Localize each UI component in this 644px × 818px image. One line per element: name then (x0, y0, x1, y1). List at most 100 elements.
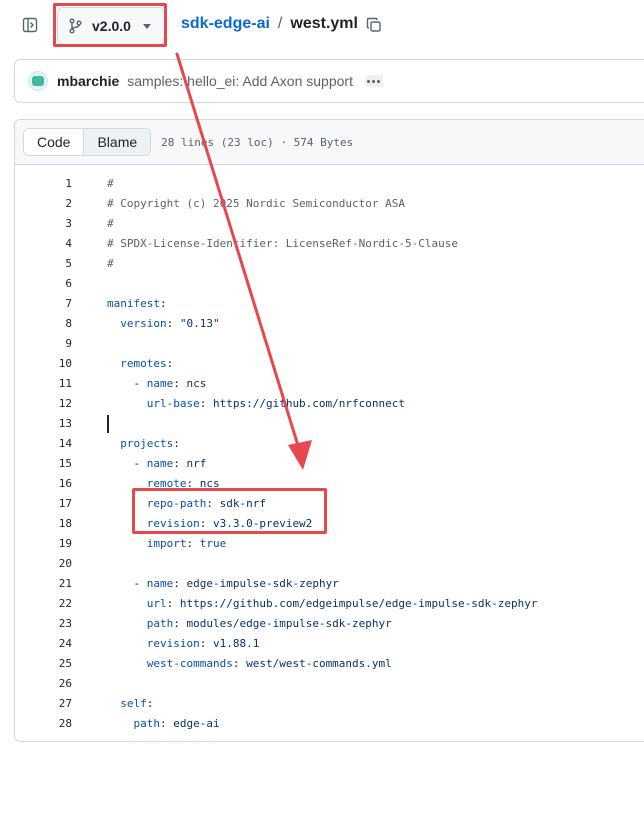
code-token: : (166, 597, 180, 610)
breadcrumb-repo-link[interactable]: sdk-edge-ai (181, 15, 270, 33)
code-token: : (159, 297, 167, 310)
line-number[interactable]: 1 (15, 174, 72, 194)
tab-blame[interactable]: Blame (84, 129, 151, 155)
view-mode-toggle: Code Blame (23, 128, 152, 156)
line-number[interactable]: 24 (15, 634, 72, 654)
line-number[interactable]: 7 (15, 294, 72, 314)
code-token: path (107, 717, 160, 730)
code-token: : (159, 717, 174, 730)
code-line: 16 remote: ncs (15, 474, 644, 494)
code-token: nrf (186, 457, 207, 470)
line-content: path: modules/edge-impulse-sdk-zephyr (107, 614, 392, 634)
line-content: - name: nrf (107, 454, 206, 474)
line-number[interactable]: 25 (15, 654, 72, 674)
branch-selector-button[interactable]: v2.0.0 (57, 7, 165, 45)
line-number[interactable]: 21 (15, 574, 72, 594)
line-number[interactable]: 10 (15, 354, 72, 374)
latest-commit-bar: mbarchie samples: hello_ei: Add Axon sup… (14, 59, 644, 103)
code-token: : (146, 697, 154, 710)
code-line: 23 path: modules/edge-impulse-sdk-zephyr (15, 614, 644, 634)
line-number[interactable]: 13 (15, 414, 72, 434)
code-token: : (206, 497, 220, 510)
line-number[interactable]: 22 (15, 594, 72, 614)
code-token: # (107, 257, 114, 270)
code-token: : (166, 317, 180, 330)
line-number[interactable]: 12 (15, 394, 72, 414)
code-token: : (232, 657, 247, 670)
code-token: import (107, 537, 187, 550)
line-number[interactable]: 9 (15, 334, 72, 354)
line-number[interactable]: 8 (15, 314, 72, 334)
line-content: west-commands: west/west-commands.yml (107, 654, 392, 674)
tab-code[interactable]: Code (24, 129, 85, 155)
code-line: 14 projects: (15, 434, 644, 454)
line-number[interactable]: 14 (15, 434, 72, 454)
line-content: remote: ncs (107, 474, 220, 494)
line-content: - name: edge-impulse-sdk-zephyr (107, 574, 338, 594)
line-content: # SPDX-License-Identifier: LicenseRef-No… (107, 234, 458, 254)
code-token: name (146, 457, 174, 470)
code-token: sdk-nrf (219, 497, 266, 510)
line-number[interactable]: 16 (15, 474, 72, 494)
line-content: path: edge-ai (107, 714, 219, 734)
line-number[interactable]: 23 (15, 614, 72, 634)
line-number[interactable]: 3 (15, 214, 72, 234)
chevron-down-icon (142, 23, 151, 29)
line-number[interactable]: 11 (15, 374, 72, 394)
code-token: self (107, 697, 147, 710)
line-number[interactable]: 20 (15, 554, 72, 574)
commit-message-link[interactable]: samples: hello_ei: Add Axon support (127, 73, 353, 89)
code-line: 3 # (15, 214, 644, 234)
code-token: - (107, 577, 147, 590)
line-content: import: true (107, 534, 227, 554)
line-number[interactable]: 17 (15, 494, 72, 514)
code-listing: 1 #2 # Copyright (c) 2025 Nordic Semicondu… (15, 174, 644, 734)
breadcrumb-file-name: west.yml (290, 15, 358, 32)
line-number[interactable]: 27 (15, 694, 72, 714)
copy-icon[interactable] (365, 16, 383, 34)
code-token: : (173, 617, 187, 630)
line-content: version: "0.13" (107, 314, 219, 334)
line-number[interactable]: 18 (15, 514, 72, 534)
line-number[interactable]: 28 (15, 714, 72, 734)
code-token: : (186, 537, 200, 550)
code-token: ncs (186, 377, 207, 390)
line-number[interactable]: 19 (15, 534, 72, 554)
avatar[interactable] (28, 71, 48, 91)
code-token: : (199, 637, 213, 650)
code-token: - (107, 457, 147, 470)
code-line: 2 # Copyright (c) 2025 Nordic Semiconduct… (15, 194, 644, 214)
sidebar-toggle-icon[interactable] (20, 15, 40, 35)
code-token: name (146, 577, 174, 590)
code-token: v1.88.1 (212, 637, 260, 650)
code-token: ncs (199, 477, 220, 490)
line-number[interactable]: 4 (15, 234, 72, 254)
branch-label: v2.0.0 (92, 18, 131, 34)
line-content: # Copyright (c) 2025 Nordic Semiconducto… (107, 194, 405, 214)
line-content: url-base: https://github.com/nrfconnect (107, 394, 405, 414)
code-token: : (173, 457, 187, 470)
code-token: https://github.com/nrfconnect (212, 397, 406, 410)
line-content: remotes: (107, 354, 173, 374)
code-token: url-base (107, 397, 200, 410)
code-token: repo-path (107, 497, 207, 510)
line-number[interactable]: 5 (15, 254, 72, 274)
code-token: name (146, 377, 174, 390)
breadcrumb: sdk-edge-ai / west.yml (181, 15, 358, 33)
commit-author-link[interactable]: mbarchie (57, 73, 119, 89)
code-line: 26 (15, 674, 644, 694)
line-number[interactable]: 6 (15, 274, 72, 294)
code-token: remotes (107, 357, 167, 370)
code-line: 17 repo-path: sdk-nrf (15, 494, 644, 514)
code-line: 22 url: https://github.com/edgeimpulse/e… (15, 594, 644, 614)
line-number[interactable]: 26 (15, 674, 72, 694)
line-number[interactable]: 2 (15, 194, 72, 214)
code-token: # Copyright (c) 2025 Nordic Semiconducto… (107, 197, 406, 210)
line-content: manifest: (107, 294, 167, 314)
line-number[interactable]: 15 (15, 454, 72, 474)
ellipsis-icon[interactable] (364, 75, 383, 87)
code-token: https://github.com/edgeimpulse/edge-impu… (179, 597, 538, 610)
line-content: revision: v1.88.1 (107, 634, 260, 654)
line-content: - name: ncs (107, 374, 206, 394)
line-content: # (107, 254, 114, 274)
